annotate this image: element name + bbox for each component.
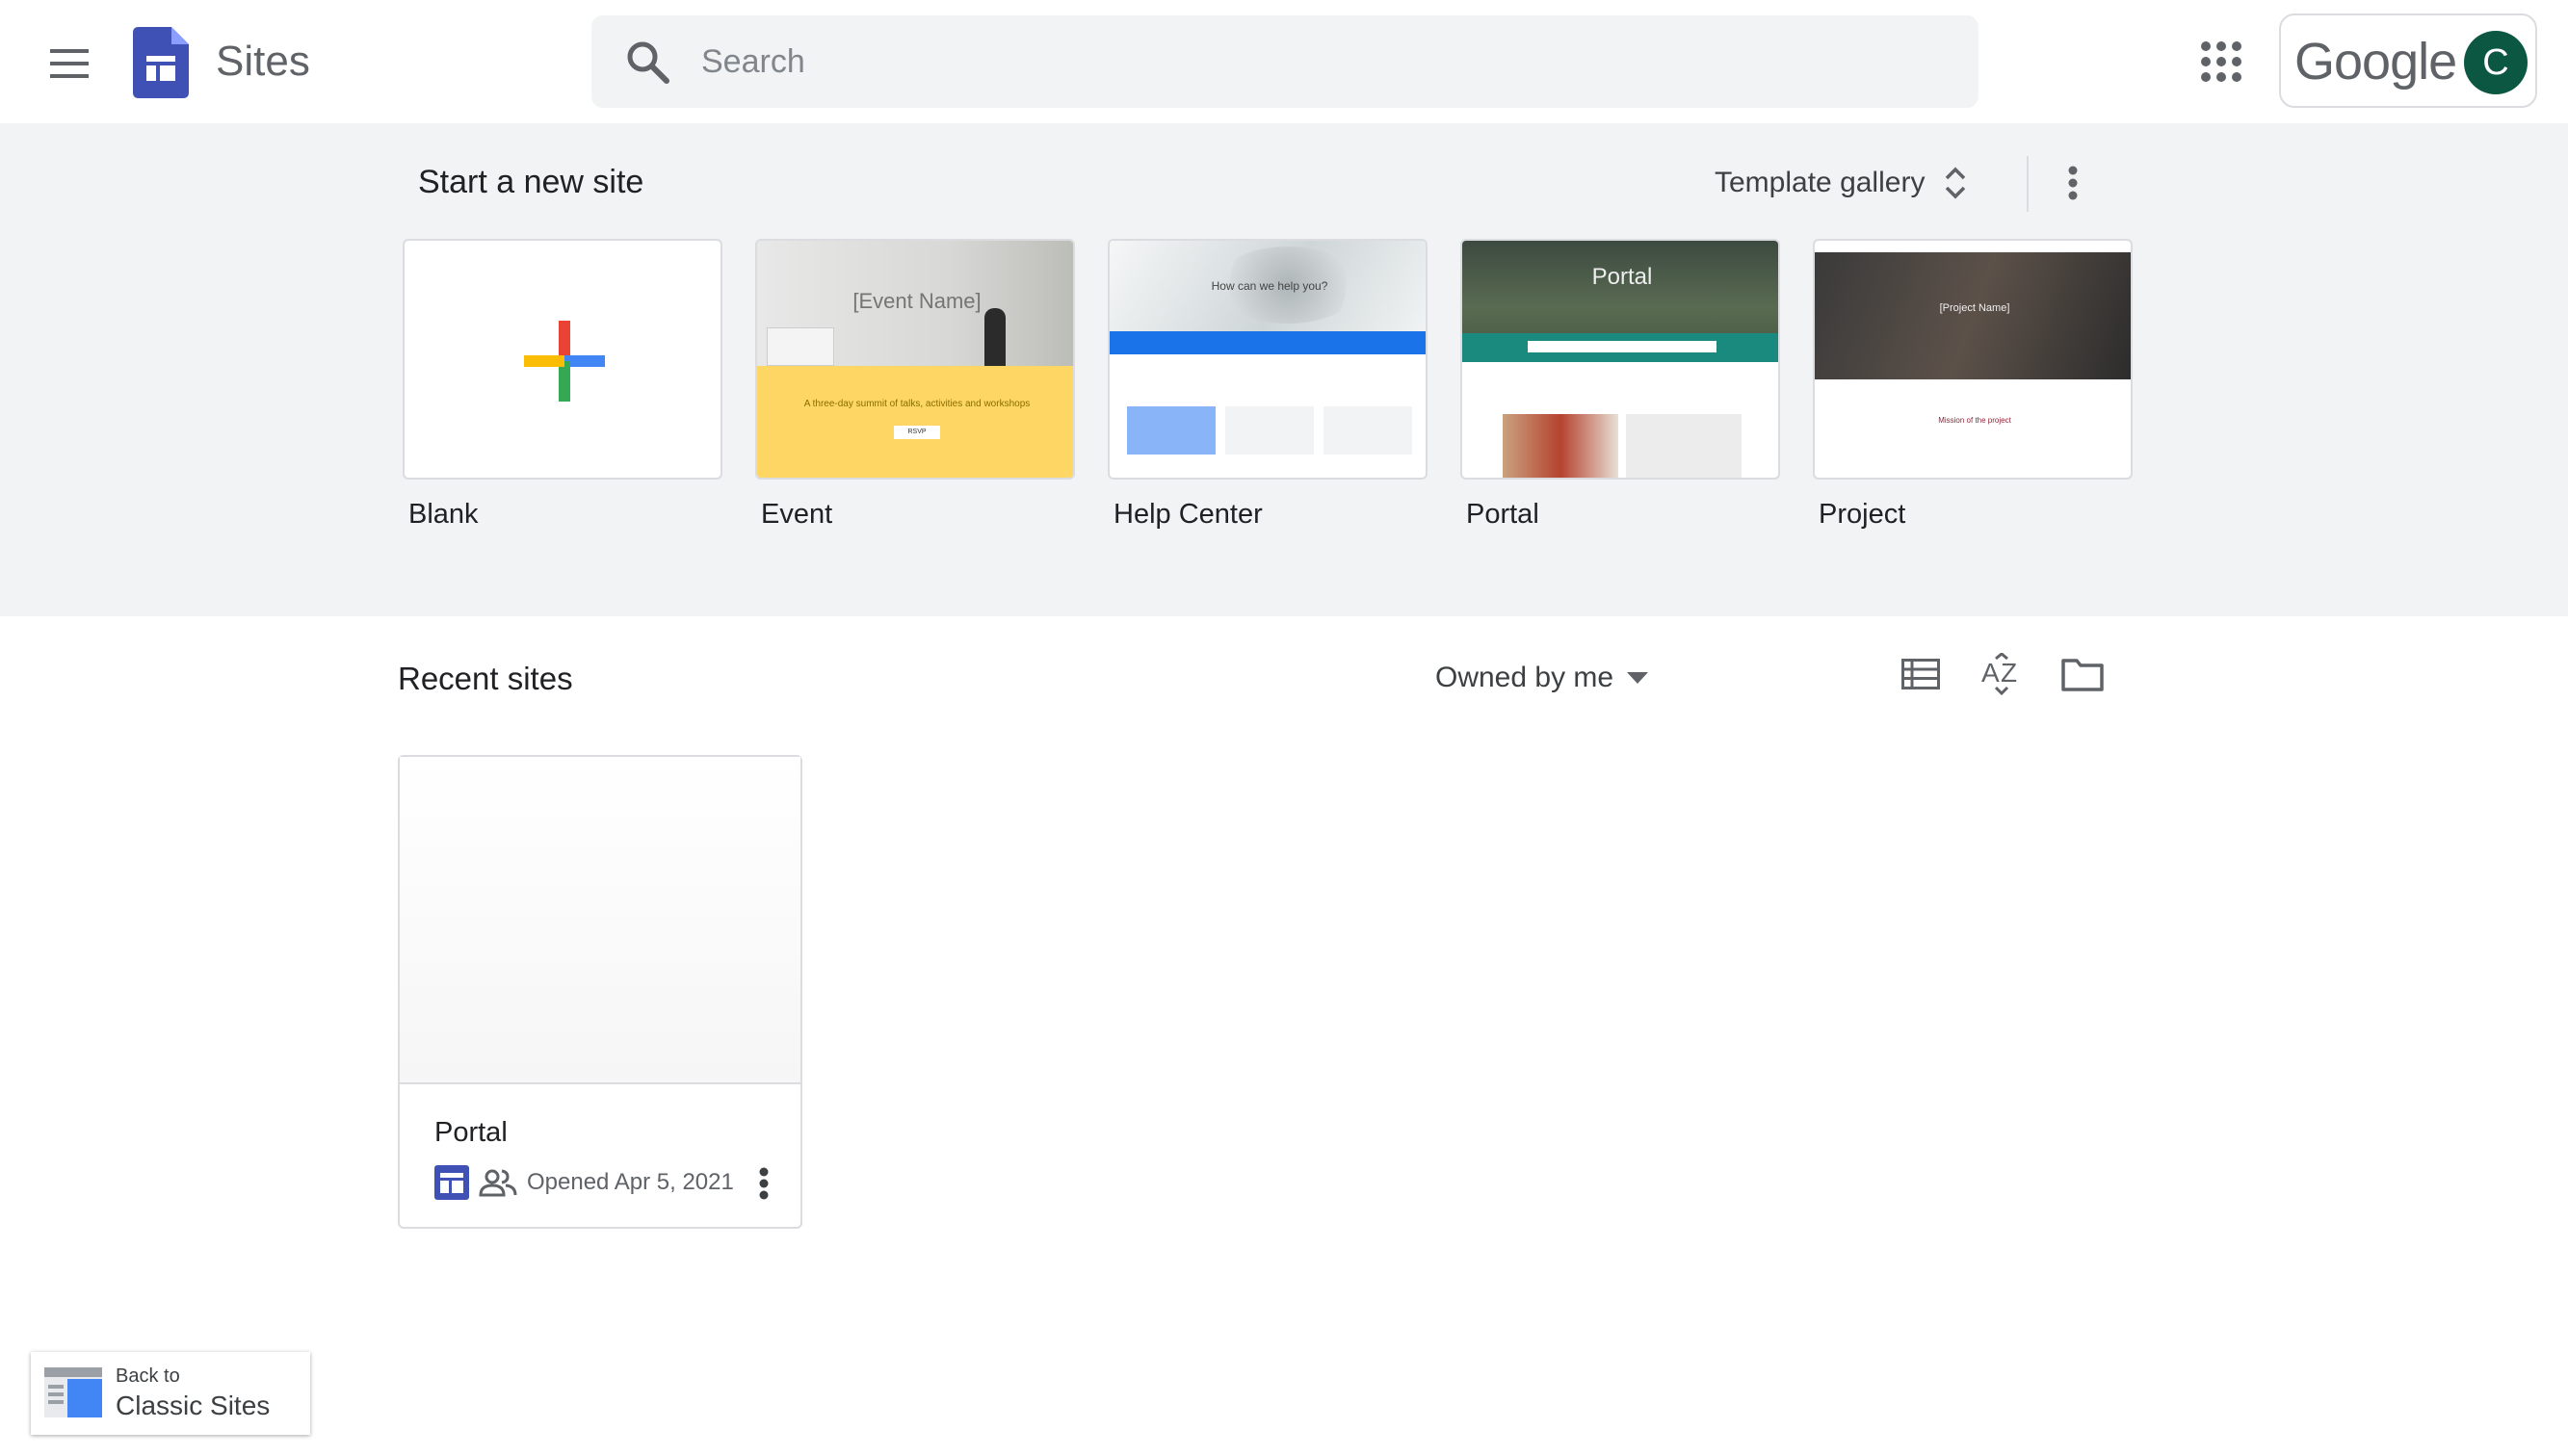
site-card[interactable]: Portal Opened Apr 5, 2021 xyxy=(398,755,802,1229)
template-help-center-thumbnail[interactable]: How can we help you? xyxy=(1108,239,1428,480)
help-tile-3 xyxy=(1323,406,1412,455)
template-help-center[interactable]: How can we help you? Help Center xyxy=(1108,239,1428,531)
top-bar: Sites Google C xyxy=(0,0,2568,123)
event-thumb-text: A three-day summit of talks, activities … xyxy=(803,399,1031,409)
template-project-label[interactable]: Project xyxy=(1813,499,2133,531)
arrow-drop-down-icon xyxy=(1627,672,1649,684)
sort-button[interactable]: A Z xyxy=(1975,647,2029,701)
search-input[interactable] xyxy=(699,15,1952,108)
app-name[interactable]: Sites xyxy=(216,35,310,89)
classic-sites-icon xyxy=(44,1367,102,1417)
apps-grid-icon[interactable] xyxy=(2192,33,2250,91)
template-blank-label[interactable]: Blank xyxy=(403,499,722,531)
project-hero xyxy=(1815,252,2131,379)
event-nav xyxy=(757,241,1073,254)
template-band: Start a new site Template gallery Blank xyxy=(0,123,2568,616)
start-new-site-title: Start a new site xyxy=(418,164,644,200)
help-tile-2 xyxy=(1225,406,1314,455)
more-vert-icon xyxy=(2068,166,2078,200)
template-help-center-label[interactable]: Help Center xyxy=(1108,499,1428,531)
owner-filter-dropdown[interactable]: Owned by me xyxy=(1435,651,1649,705)
template-gallery-button[interactable]: Template gallery xyxy=(1715,152,1967,214)
template-blank-thumbnail[interactable] xyxy=(403,239,722,480)
event-rsvp: RSVP xyxy=(894,426,940,439)
site-icon xyxy=(434,1165,469,1200)
templates-more-button[interactable] xyxy=(2050,152,2096,214)
svg-text:A: A xyxy=(1981,658,2000,688)
owner-filter-label: Owned by me xyxy=(1435,662,1614,693)
site-card-thumbnail[interactable] xyxy=(400,757,800,1084)
sites-logo-icon[interactable] xyxy=(133,27,189,98)
site-card-more-button[interactable] xyxy=(745,1159,783,1208)
help-blue-bar xyxy=(1110,331,1426,354)
help-thumb-title: How can we help you? xyxy=(1211,279,1328,293)
site-card-name[interactable]: Portal xyxy=(434,1117,508,1149)
account-button[interactable]: Google C xyxy=(2279,13,2537,108)
template-event[interactable]: [Event Name] A three-day summit of talks… xyxy=(755,239,1075,531)
template-portal[interactable]: Portal Portal xyxy=(1460,239,1780,531)
back-to-classic-sites-button[interactable]: Back to Classic Sites xyxy=(31,1352,310,1435)
event-thumb-title: [Event Name] xyxy=(852,289,982,313)
site-card-meta: Opened Apr 5, 2021 xyxy=(434,1159,734,1206)
project-thumb-text: Mission of the project xyxy=(1938,416,2011,425)
list-view-icon xyxy=(1901,659,1940,689)
svg-text:Z: Z xyxy=(2001,658,2017,688)
template-blank[interactable]: Blank xyxy=(403,239,722,531)
expand-icon xyxy=(1946,167,1966,199)
main-menu-button[interactable] xyxy=(35,29,104,98)
template-event-label[interactable]: Event xyxy=(755,499,1075,531)
classic-line-1: Back to xyxy=(116,1365,180,1387)
menu-icon xyxy=(50,49,89,78)
event-yellow xyxy=(757,366,1073,478)
search-bar[interactable] xyxy=(591,15,1978,108)
sort-az-icon: A Z xyxy=(1981,653,2017,695)
list-view-button[interactable] xyxy=(1894,647,1948,701)
google-logo: Google xyxy=(2294,33,2457,91)
portal-gray-tile xyxy=(1626,414,1742,478)
template-gallery-label: Template gallery xyxy=(1715,167,1926,198)
more-vert-icon xyxy=(759,1167,769,1200)
event-person xyxy=(984,308,1006,366)
folder-icon xyxy=(2061,659,2104,691)
avatar[interactable]: C xyxy=(2464,31,2528,94)
template-portal-thumbnail[interactable]: Portal xyxy=(1460,239,1780,480)
portal-photo xyxy=(1503,414,1618,478)
shared-icon xyxy=(479,1169,517,1197)
divider xyxy=(2027,156,2029,212)
project-thumb-title: [Project Name] xyxy=(1939,302,2010,314)
template-project[interactable]: [Project Name] Mission of the project Pr… xyxy=(1813,239,2133,531)
file-picker-button[interactable] xyxy=(2056,647,2109,701)
template-event-thumbnail[interactable]: [Event Name] A three-day summit of talks… xyxy=(755,239,1075,480)
event-board xyxy=(767,327,834,366)
search-icon[interactable] xyxy=(624,39,670,85)
help-tile-1 xyxy=(1127,406,1216,455)
portal-search xyxy=(1528,341,1716,352)
recent-sites-title: Recent sites xyxy=(398,661,573,696)
classic-line-2: Classic Sites xyxy=(116,1391,271,1420)
portal-thumb-title: Portal xyxy=(1591,264,1653,290)
template-project-thumbnail[interactable]: [Project Name] Mission of the project xyxy=(1813,239,2133,480)
plus-icon xyxy=(524,321,605,402)
site-card-opened-date: Opened Apr 5, 2021 xyxy=(527,1169,734,1195)
template-portal-label[interactable]: Portal xyxy=(1460,499,1780,531)
